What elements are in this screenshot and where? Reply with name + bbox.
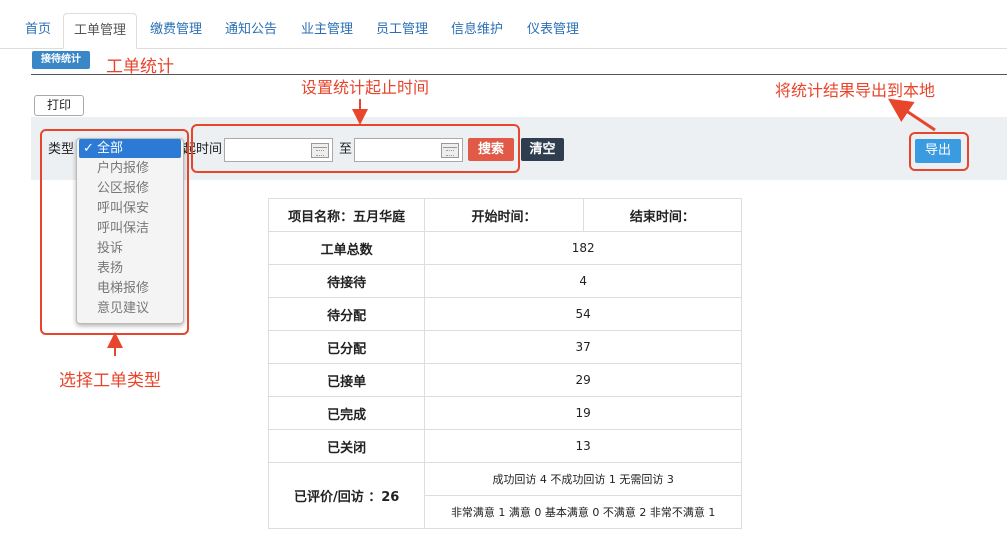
review-satisfaction-summary: 非常满意 1 满意 0 基本满意 0 不满意 2 非常不满意 1 (424, 495, 742, 529)
table-row: 待分配 54 (267, 297, 742, 331)
table-header-row: 项目名称：五月华庭 开始时间： 结束时间： (267, 198, 743, 232)
row-label: 待接待 (267, 264, 426, 298)
review-visit-summary: 成功回访 4 不成功回访 1 无需回访 3 (424, 462, 742, 496)
row-label: 已接单 (267, 363, 426, 397)
row-label: 已关闭 (267, 429, 426, 463)
row-value: 19 (424, 396, 742, 430)
table-row: 已关闭 13 (267, 429, 742, 463)
stats-table: 项目名称：五月华庭 开始时间： 结束时间： 工单总数 182 待接待 4 待分配… (267, 198, 743, 529)
table-row-review: 已评价/回访 ：26 成功回访 4 不成功回访 1 无需回访 3 (267, 462, 742, 529)
row-value: 13 (424, 429, 742, 463)
header-start-time: 开始时间： (424, 198, 584, 232)
row-label: 待分配 (267, 297, 426, 331)
row-value: 29 (424, 363, 742, 397)
row-value: 4 (424, 264, 742, 298)
table-row: 已分配 37 (267, 330, 742, 364)
table-row: 已接单 29 (267, 363, 742, 397)
row-label: 工单总数 (267, 231, 426, 265)
review-label: 已评价/回访 ：26 (267, 462, 426, 529)
row-value: 54 (424, 297, 742, 331)
header-end-time: 结束时间： (582, 198, 743, 232)
table-row: 工单总数 182 (267, 231, 742, 265)
table-row: 已完成 19 (267, 396, 742, 430)
arrow-export (888, 98, 936, 132)
row-label: 已分配 (267, 330, 426, 364)
table-row: 待接待 4 (267, 264, 742, 298)
row-label: 已完成 (267, 396, 426, 430)
row-value: 37 (424, 330, 742, 364)
header-project: 项目名称：五月华庭 (267, 198, 426, 232)
row-value: 182 (424, 231, 742, 265)
